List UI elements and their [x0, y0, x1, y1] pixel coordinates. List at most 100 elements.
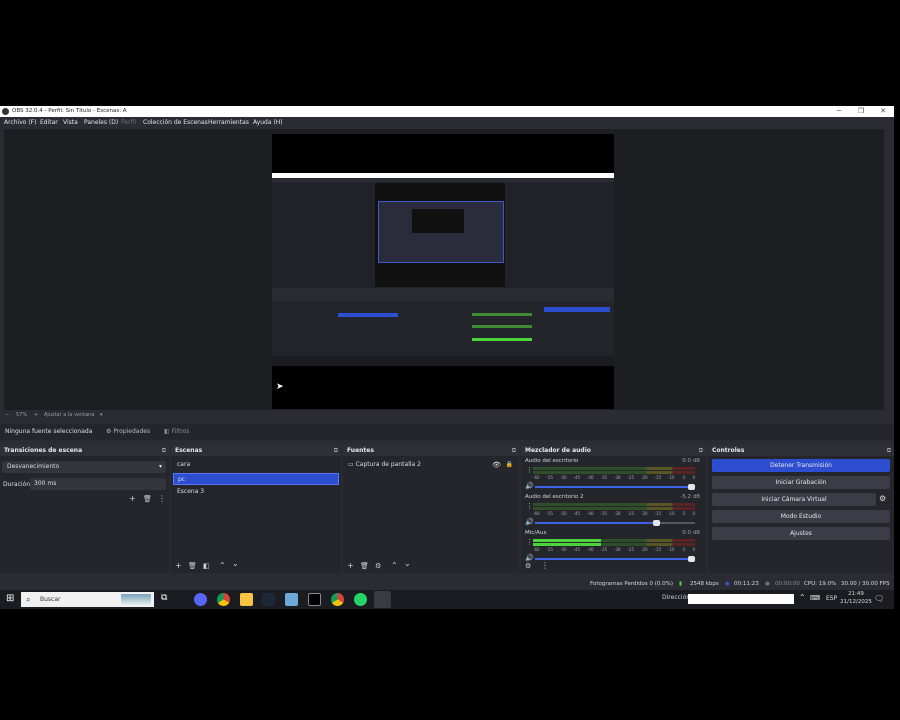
address-input[interactable]	[688, 594, 794, 604]
visibility-eye-icon[interactable]: 👁	[492, 459, 501, 471]
epic-games-icon[interactable]	[308, 593, 321, 606]
start-recording-button[interactable]: Iniciar Grabación	[712, 476, 890, 489]
filter-icon[interactable]: ◧	[203, 561, 210, 571]
steam-icon[interactable]	[262, 593, 275, 606]
discord-icon[interactable]	[194, 593, 207, 606]
meter-tick: -35	[600, 475, 608, 480]
zoom-percent: 57%	[16, 412, 28, 418]
menu-vista[interactable]: Vista	[63, 117, 78, 128]
app-icon[interactable]	[285, 593, 298, 606]
close-button[interactable]: ✕	[872, 106, 894, 117]
notifications-icon[interactable]: 🗨	[874, 594, 884, 603]
controls-dock: Controles ⧉ Detener Transmisión Iniciar …	[708, 445, 894, 573]
trash-icon[interactable]: 🗑	[188, 561, 197, 571]
minimize-button[interactable]: ─	[828, 106, 850, 117]
undock-icon[interactable]: ⧉	[887, 445, 891, 456]
lock-icon[interactable]: 🔒	[506, 459, 513, 471]
menu-paneles[interactable]: Paneles (D)	[84, 117, 118, 128]
duration-spinbox[interactable]: 300 ms	[30, 478, 166, 490]
meter-ticks: -60 -55 -50 -45 -40 -35 -30 -25 -20 -15 -10 -5 0	[533, 475, 695, 480]
scene-item-selected[interactable]: pc	[173, 473, 339, 485]
duration-label: Duración	[3, 481, 31, 488]
task-view-icon[interactable]: ⧉	[161, 593, 174, 606]
clock-time[interactable]: 21:49	[845, 591, 867, 597]
trash-icon[interactable]: 🗑	[143, 494, 152, 504]
undock-icon[interactable]: ⧉	[334, 445, 338, 456]
add-scene-icon[interactable]: +	[175, 561, 182, 571]
zoom-dropdown-icon[interactable]: ▾	[100, 410, 103, 420]
preview-area[interactable]: ➤	[4, 129, 884, 410]
chrome-icon[interactable]	[217, 593, 230, 606]
signal-bars-icon: ▮	[679, 581, 683, 587]
filters-button[interactable]: ◧ Filtros	[164, 424, 189, 440]
settings-button[interactable]: Ajustes	[712, 527, 890, 540]
maximize-button[interactable]: ❐	[850, 106, 872, 117]
add-source-icon[interactable]: +	[347, 561, 354, 571]
trash-icon[interactable]: 🗑	[360, 561, 369, 571]
taskbar-search-box[interactable]: ⌕ Buscar	[21, 592, 154, 607]
virtual-camera-settings-icon[interactable]: ⚙	[879, 494, 886, 503]
volume-slider[interactable]	[535, 556, 695, 562]
stream-time: 00:11:23	[734, 581, 759, 587]
volume-slider-handle[interactable]	[688, 556, 695, 562]
speaker-icon[interactable]: 🔊	[525, 482, 534, 490]
undock-icon[interactable]: ⧉	[699, 445, 703, 456]
scene-item[interactable]: Escena 3	[173, 486, 339, 498]
menu-editar[interactable]: Editar	[40, 117, 58, 128]
file-explorer-icon[interactable]	[240, 593, 253, 606]
windows-start-icon[interactable]: ⊞	[6, 593, 14, 604]
menu-herramientas[interactable]: Herramientas	[208, 117, 249, 128]
menu-ayuda[interactable]: Ayuda (H)	[253, 117, 283, 128]
program-preview[interactable]: ➤	[272, 134, 614, 409]
move-up-icon[interactable]: ⌃	[391, 561, 398, 571]
volume-meter	[533, 471, 695, 474]
meter-tick: -45	[573, 475, 581, 480]
obs-taskbar-icon[interactable]	[374, 591, 391, 608]
undock-icon[interactable]: ⧉	[512, 445, 516, 456]
start-virtual-camera-button[interactable]: Iniciar Cámara Virtual	[712, 493, 876, 506]
volume-slider-handle[interactable]	[652, 520, 660, 526]
menu-archivo[interactable]: Archivo (F)	[4, 117, 36, 128]
sources-dock: Fuentes ⧉ ▭ Captura de pantalla 2 👁 🔒 + …	[343, 445, 519, 573]
zoom-out-icon[interactable]: −	[5, 410, 9, 420]
volume-slider[interactable]	[535, 520, 695, 526]
move-down-icon[interactable]: ⌄	[404, 559, 411, 569]
source-item[interactable]: ▭ Captura de pantalla 2 👁 🔒	[345, 459, 517, 471]
more-options-icon[interactable]: ⋮	[158, 494, 166, 504]
meter-tick: -55	[546, 547, 554, 552]
menu-coleccion-escenas[interactable]: Colección de Escenas	[143, 117, 208, 128]
language-indicator[interactable]: ESP	[826, 595, 837, 602]
audio-mixer-dock: Mezclador de audio ⧉ Audio del escritori…	[521, 445, 706, 573]
transitions-header: Transiciones de escena ⧉	[0, 445, 169, 456]
keyboard-icon[interactable]: ⌨	[810, 594, 820, 602]
mixer-settings-icon[interactable]: ⚙	[525, 561, 531, 571]
zoom-in-icon[interactable]: +	[34, 410, 38, 420]
whatsapp-icon[interactable]	[354, 593, 367, 606]
transition-select[interactable]: Desvanecimiento ▾	[2, 461, 166, 473]
scene-item[interactable]: cara	[173, 459, 339, 471]
meter-tick: -5	[681, 547, 686, 552]
clock-date[interactable]: 21/12/2025	[838, 599, 874, 605]
volume-slider-handle[interactable]	[688, 484, 695, 490]
speaker-icon[interactable]: 🔊	[525, 518, 534, 526]
chrome-profile-icon[interactable]	[331, 593, 344, 606]
move-up-icon[interactable]: ⌃	[219, 561, 226, 571]
channel-db: 0.0 dB	[682, 530, 700, 536]
zoom-fit-label[interactable]: Ajustar a la ventana	[44, 410, 94, 420]
add-transition-icon[interactable]: +	[129, 494, 136, 504]
undock-icon[interactable]: ⧉	[162, 445, 166, 456]
channel-options-icon[interactable]: ⋮	[526, 466, 533, 474]
properties-button[interactable]: ⚙ Propiedades	[106, 424, 150, 440]
tray-chevron-up-icon[interactable]: ⌃	[799, 593, 806, 602]
obs-app-icon	[2, 108, 9, 115]
channel-options-icon[interactable]: ⋮	[526, 538, 533, 546]
channel-options-icon[interactable]: ⋮	[526, 502, 533, 510]
more-options-icon[interactable]: ⋮	[541, 561, 549, 571]
stop-streaming-button[interactable]: Detener Transmisión	[712, 459, 890, 472]
meter-tick: -35	[600, 547, 608, 552]
volume-slider[interactable]	[535, 484, 695, 490]
move-down-icon[interactable]: ⌄	[232, 559, 239, 569]
studio-mode-button[interactable]: Modo Estudio	[712, 510, 890, 523]
gear-icon[interactable]: ⚙	[375, 561, 381, 571]
menu-perfil[interactable]: Perfil	[121, 117, 136, 128]
